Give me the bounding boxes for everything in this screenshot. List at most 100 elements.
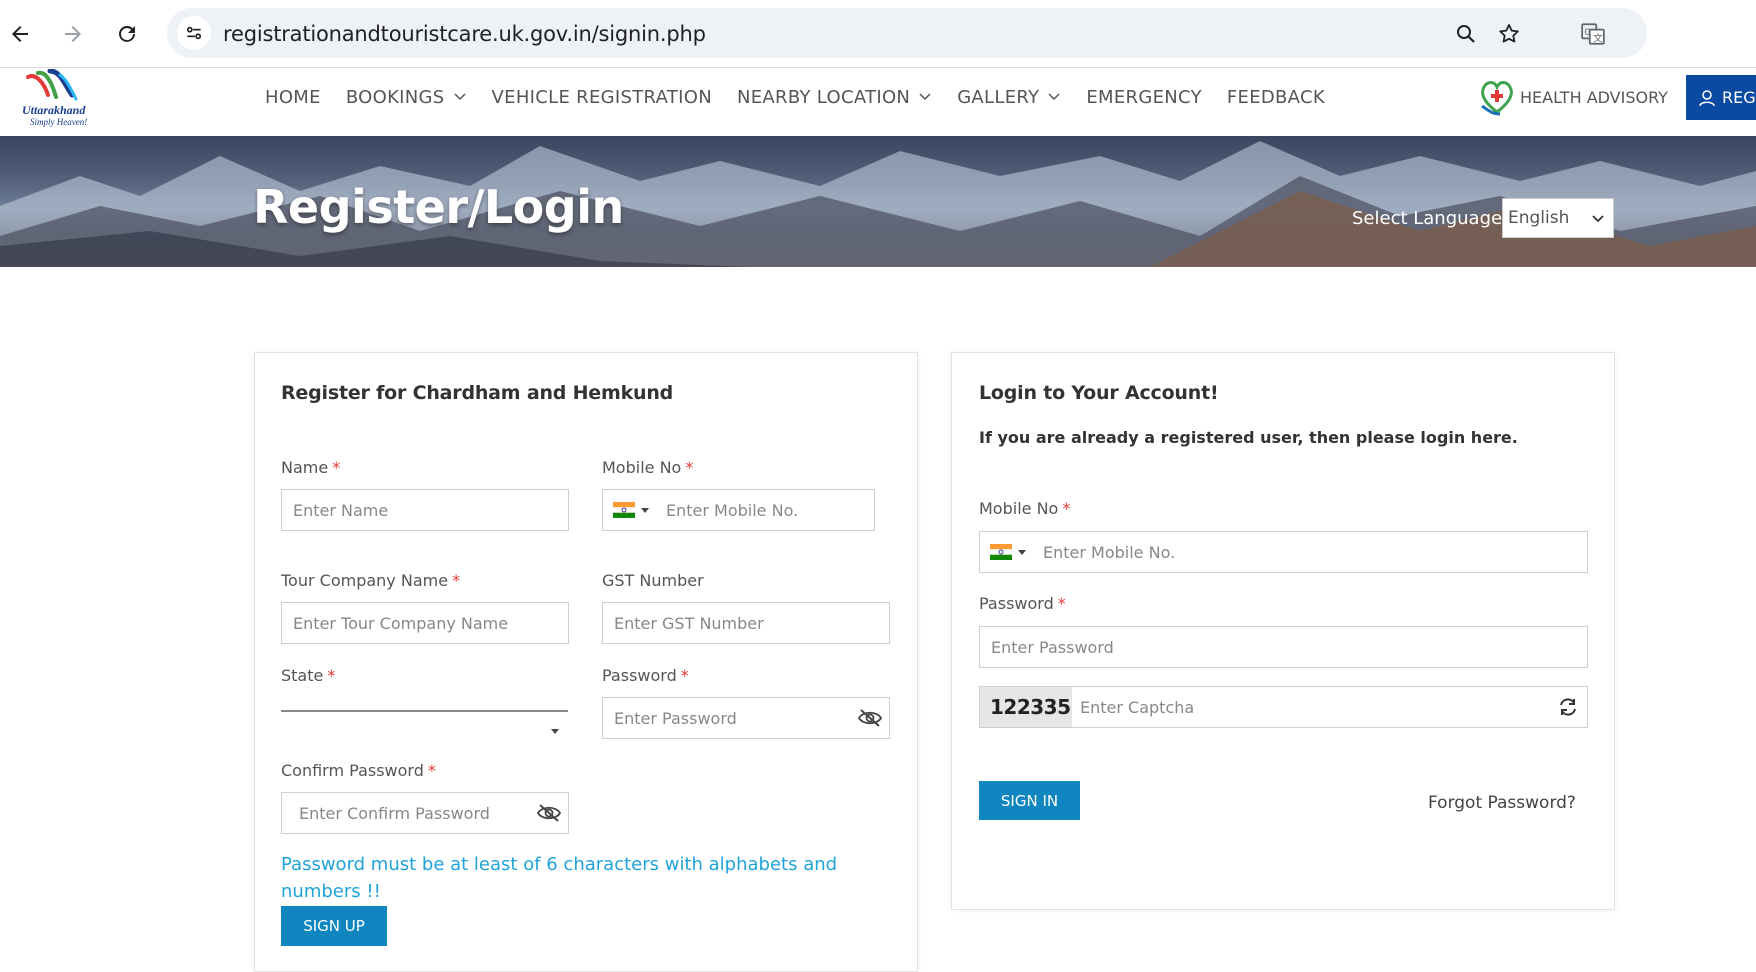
logo-name: Uttarakhand (22, 103, 86, 117)
name-input[interactable]: Enter Name (281, 489, 569, 531)
required-mark: * (427, 761, 436, 780)
login-password-placeholder: Enter Password (991, 638, 1114, 657)
register-mobile-label-text: Mobile No (602, 458, 682, 477)
health-advisory-link[interactable]: HEALTH ADVISORY (1478, 75, 1668, 119)
state-select[interactable] (281, 710, 568, 712)
sign-up-button[interactable]: SIGN UP (281, 906, 387, 946)
required-mark: * (327, 666, 336, 685)
company-label: Tour Company Name * (281, 571, 460, 590)
gst-input-placeholder: Enter GST Number (614, 614, 764, 633)
name-label: Name * (281, 458, 340, 477)
uttarakhand-logo[interactable]: Uttarakhand Simply Heaven! (20, 68, 102, 131)
login-subtitle: If you are already a registered user, th… (979, 428, 1518, 447)
menu-gallery[interactable]: GALLERY (957, 87, 1061, 108)
menu-home[interactable]: HOME (265, 87, 321, 108)
register-password-label-text: Password (602, 666, 677, 685)
company-input-placeholder: Enter Tour Company Name (293, 614, 509, 633)
menu-emergency[interactable]: EMERGENCY (1086, 87, 1202, 108)
required-mark: * (685, 458, 694, 477)
forward-button[interactable] (53, 14, 93, 54)
sign-in-button-label: SIGN IN (1000, 791, 1059, 810)
login-mobile-input[interactable]: Enter Mobile No. (979, 531, 1588, 573)
captcha-input[interactable]: Enter Captcha (1080, 698, 1194, 717)
confirm-password-label: Confirm Password * (281, 761, 436, 780)
register-mobile-input[interactable]: Enter Mobile No. (602, 489, 875, 531)
confirm-password-label-text: Confirm Password (281, 761, 424, 780)
captcha-code: 122335 (980, 687, 1072, 727)
required-mark: * (1057, 594, 1066, 613)
bookmark-star-icon[interactable] (1495, 20, 1523, 48)
login-password-label: Password * (979, 594, 1066, 613)
india-flag-icon[interactable] (613, 502, 635, 518)
register-mobile-placeholder: Enter Mobile No. (666, 501, 799, 520)
main-menu: HOME BOOKINGS VEHICLE REGISTRATION NEARB… (265, 69, 1350, 125)
name-label-text: Name (281, 458, 329, 477)
register-card-title: Register for Chardham and Hemkund (281, 382, 674, 404)
login-password-label-text: Password (979, 594, 1054, 613)
arrow-right-icon (65, 26, 81, 42)
language-select-value: English (1508, 208, 1570, 228)
eye-slash-icon[interactable] (536, 802, 562, 824)
menu-feedback-label: FEEDBACK (1226, 86, 1325, 108)
svg-text:G: G (1584, 28, 1591, 38)
company-label-text: Tour Company Name (281, 571, 449, 590)
gst-label: GST Number (602, 571, 704, 590)
register-button-label: REGI (1722, 88, 1756, 107)
required-mark: * (452, 571, 461, 590)
forgot-password-link[interactable]: Forgot Password? (1428, 793, 1576, 813)
password-hint: Password must be at least of 6 character… (281, 854, 838, 902)
confirm-password-input[interactable]: Enter Confirm Password (281, 792, 569, 834)
page-title: Register/Login (253, 180, 624, 234)
india-flag-icon[interactable] (990, 544, 1012, 560)
svg-text:文: 文 (1593, 32, 1603, 45)
chevron-down-icon (454, 93, 466, 101)
login-mobile-label: Mobile No * (979, 499, 1070, 518)
menu-nearby-location[interactable]: NEARBY LOCATION (737, 87, 932, 108)
menu-vehicle-registration-label: VEHICLE REGISTRATION (491, 86, 712, 108)
menu-bookings[interactable]: BOOKINGS (346, 87, 467, 108)
refresh-icon[interactable] (1557, 696, 1579, 718)
translate-icon[interactable]: 文G (1579, 20, 1607, 48)
menu-vehicle-registration[interactable]: VEHICLE REGISTRATION (492, 87, 712, 108)
state-label-text: State (281, 666, 324, 685)
register-password-input[interactable]: Enter Password (602, 697, 890, 739)
health-heart-icon (1481, 81, 1513, 116)
eye-slash-icon[interactable] (857, 707, 883, 729)
language-select[interactable]: English (1502, 198, 1614, 238)
menu-emergency-label: EMERGENCY (1086, 86, 1202, 108)
required-mark: * (332, 458, 341, 477)
state-caret-icon[interactable] (551, 729, 559, 734)
login-card-title: Login to Your Account! (979, 382, 1219, 404)
captcha-field: 122335 Enter Captcha (979, 686, 1588, 728)
url-text[interactable]: registrationandtouristcare.uk.gov.in/sig… (223, 22, 706, 46)
health-advisory-label: HEALTH ADVISORY (1520, 87, 1668, 107)
confirm-password-placeholder: Enter Confirm Password (299, 804, 490, 823)
reload-button[interactable] (107, 14, 147, 54)
register-mobile-label: Mobile No * (602, 458, 693, 477)
reload-icon (119, 25, 135, 42)
arrow-left-icon (12, 26, 28, 42)
chevron-down-icon (1592, 215, 1604, 223)
chevron-down-icon (1048, 93, 1060, 101)
register-button[interactable]: REGI (1686, 75, 1756, 120)
user-icon (1699, 89, 1715, 106)
menu-nearby-location-label: NEARBY LOCATION (736, 86, 911, 108)
zoom-icon[interactable] (1452, 20, 1480, 48)
country-caret-icon (1018, 550, 1026, 555)
menu-home-label: HOME (265, 86, 321, 108)
site-settings-icon[interactable] (177, 16, 211, 50)
site-header: Uttarakhand Simply Heaven! HOME BOOKINGS… (0, 68, 1756, 136)
login-password-input[interactable]: Enter Password (979, 626, 1588, 668)
sign-in-button[interactable]: SIGN IN (979, 781, 1080, 820)
menu-gallery-label: GALLERY (957, 86, 1040, 108)
gst-input[interactable]: Enter GST Number (602, 602, 890, 644)
register-password-label: Password * (602, 666, 689, 685)
login-mobile-label-text: Mobile No (979, 499, 1059, 518)
logo-tagline: Simply Heaven! (30, 117, 88, 127)
back-button[interactable] (0, 14, 40, 54)
address-bar[interactable]: registrationandtouristcare.uk.gov.in/sig… (167, 8, 1647, 58)
country-caret-icon (641, 508, 649, 513)
menu-feedback[interactable]: FEEDBACK (1227, 87, 1325, 108)
login-mobile-placeholder: Enter Mobile No. (1043, 543, 1176, 562)
company-input[interactable]: Enter Tour Company Name (281, 602, 569, 644)
